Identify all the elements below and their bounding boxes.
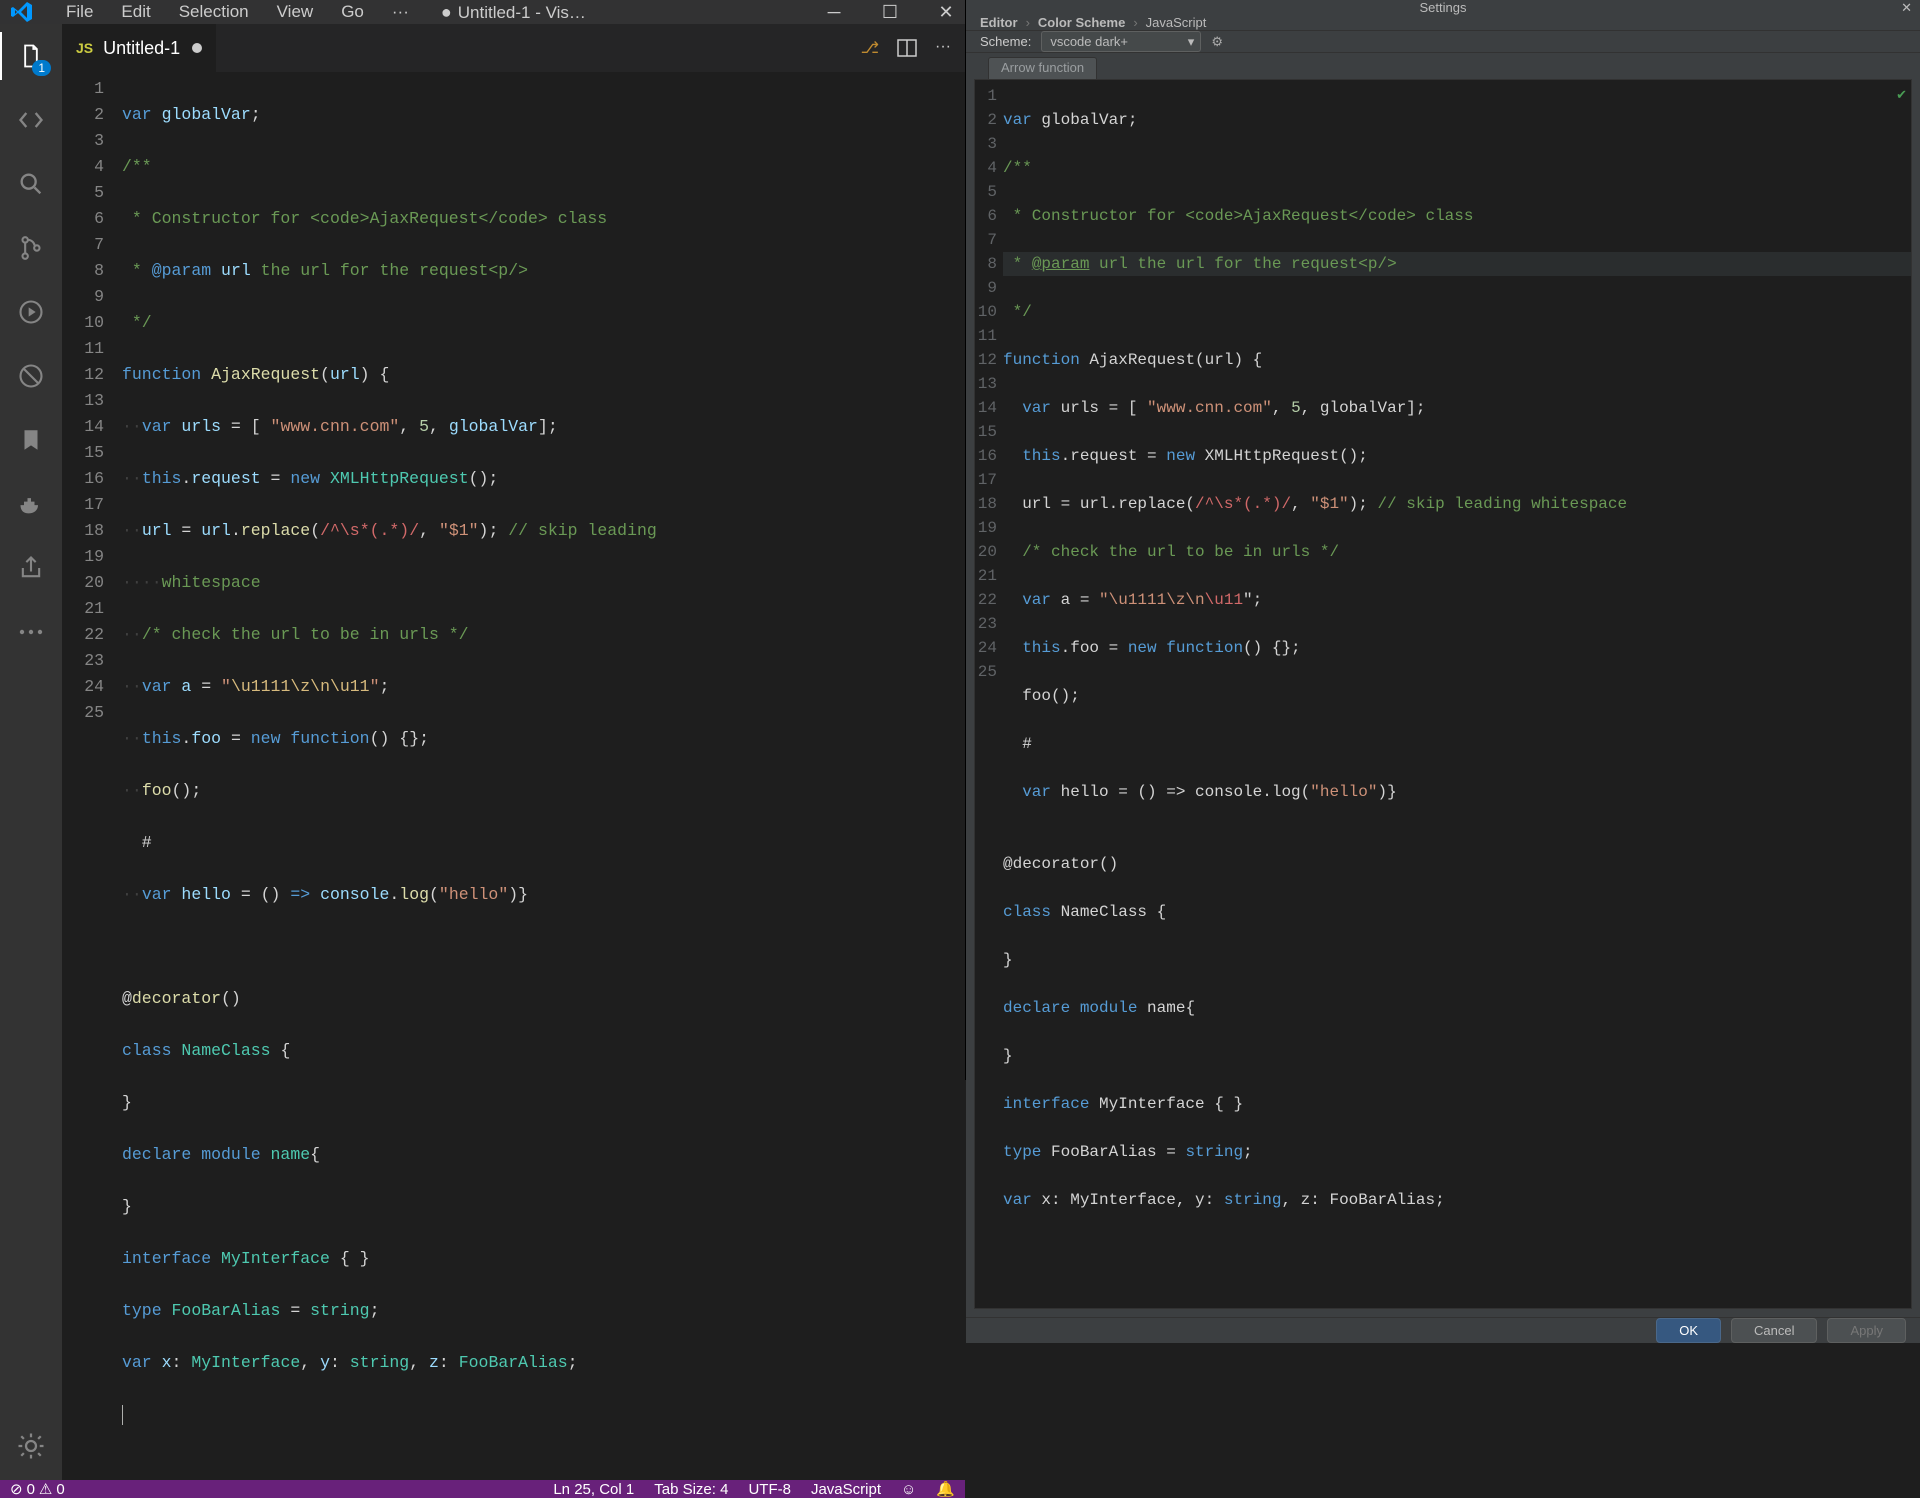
menu-go[interactable]: Go: [327, 2, 378, 22]
menu-more[interactable]: ···: [378, 2, 423, 22]
vscode-logo-icon: [10, 0, 34, 24]
line-gutter: 1234567891011121314151617181920212223242…: [62, 72, 122, 1480]
search-icon[interactable]: [15, 168, 47, 200]
settings-gear-icon[interactable]: [15, 1430, 47, 1462]
dialog-buttons: OK Cancel Apply: [966, 1317, 1920, 1343]
check-icon: ✔: [1896, 84, 1907, 108]
color-preview: ✔ 12345678910111213141516171819202122232…: [974, 79, 1912, 1309]
docker-icon[interactable]: [15, 488, 47, 520]
ok-button[interactable]: OK: [1656, 1318, 1721, 1343]
status-feedback-icon[interactable]: ☺: [901, 1481, 916, 1498]
vscode-window: File Edit Selection View Go ··· ●Untitle…: [0, 0, 965, 1080]
run-icon[interactable]: [15, 296, 47, 328]
menu-edit[interactable]: Edit: [107, 2, 164, 22]
more-actions-icon[interactable]: ···: [935, 38, 951, 58]
settings-window: Settings ✕ Editor › Color Scheme › JavaS…: [965, 0, 1920, 1080]
dirty-indicator-icon: [192, 43, 202, 53]
preview-code[interactable]: var globalVar; /** * Constructor for <co…: [1003, 80, 1911, 1308]
debug-icon[interactable]: [15, 360, 47, 392]
status-bell-icon[interactable]: 🔔: [936, 1480, 955, 1498]
preview-gutter: 1234567891011121314151617181920212223242…: [975, 80, 1003, 1308]
source-control-icon[interactable]: [15, 232, 47, 264]
close-icon[interactable]: ✕: [1901, 0, 1912, 16]
code-editor[interactable]: 1234567891011121314151617181920212223242…: [62, 72, 965, 1480]
close-button[interactable]: ✕: [937, 3, 955, 21]
gear-icon[interactable]: ⚙: [1211, 34, 1223, 50]
cancel-button[interactable]: Cancel: [1731, 1318, 1817, 1343]
maximize-button[interactable]: ☐: [881, 3, 899, 21]
scheme-label: Scheme:: [980, 34, 1031, 49]
more-icon[interactable]: [15, 616, 47, 648]
apply-button[interactable]: Apply: [1827, 1318, 1906, 1343]
split-editor-icon[interactable]: [897, 38, 917, 58]
tab-bar: JS Untitled-1 ⎇ ···: [62, 24, 965, 72]
minimize-button[interactable]: ─: [825, 3, 843, 21]
status-language[interactable]: JavaScript: [811, 1481, 881, 1498]
settings-titlebar: Settings ✕: [966, 0, 1920, 15]
status-tabsize[interactable]: Tab Size: 4: [654, 1481, 728, 1498]
settings-title: Settings: [1420, 0, 1467, 15]
menu-view[interactable]: View: [263, 2, 328, 22]
scheme-row: Scheme: vscode dark+ ⚙: [966, 31, 1920, 53]
status-cursor[interactable]: Ln 25, Col 1: [553, 1481, 634, 1498]
status-bar: ⊘0 ⚠0 Ln 25, Col 1 Tab Size: 4 UTF-8 Jav…: [0, 1480, 965, 1498]
breadcrumb-item: JavaScript: [1146, 15, 1207, 30]
share-icon[interactable]: [15, 552, 47, 584]
breadcrumb-item[interactable]: Editor: [980, 15, 1018, 30]
status-encoding[interactable]: UTF-8: [748, 1481, 791, 1498]
vscode-titlebar: File Edit Selection View Go ··· ●Untitle…: [0, 0, 965, 24]
window-title: ●Untitled-1 - Vis…: [441, 2, 586, 23]
status-errors[interactable]: ⊘0 ⚠0: [10, 1480, 65, 1498]
text-cursor: [122, 1405, 123, 1425]
tab-arrow-function[interactable]: Arrow function: [988, 57, 1097, 79]
open-changes-icon[interactable]: ⎇: [861, 38, 879, 58]
explorer-badge: 1: [32, 60, 51, 76]
bookmark-icon[interactable]: [15, 424, 47, 456]
breadcrumb: Editor › Color Scheme › JavaScript: [966, 15, 1920, 31]
activity-bar: 1: [0, 24, 62, 1480]
menu-selection[interactable]: Selection: [165, 2, 263, 22]
editor-tab[interactable]: JS Untitled-1: [62, 24, 217, 72]
js-file-icon: JS: [76, 40, 93, 56]
breadcrumb-item[interactable]: Color Scheme: [1038, 15, 1125, 30]
open-editors-icon[interactable]: [15, 104, 47, 136]
scheme-select[interactable]: vscode dark+: [1041, 31, 1201, 52]
explorer-icon[interactable]: 1: [15, 40, 47, 72]
code-content: var globalVar; /** * Constructor for <co…: [122, 72, 965, 1480]
menu-file[interactable]: File: [52, 2, 107, 22]
preview-tabs: Arrow function: [966, 53, 1920, 79]
tab-title: Untitled-1: [103, 38, 180, 59]
